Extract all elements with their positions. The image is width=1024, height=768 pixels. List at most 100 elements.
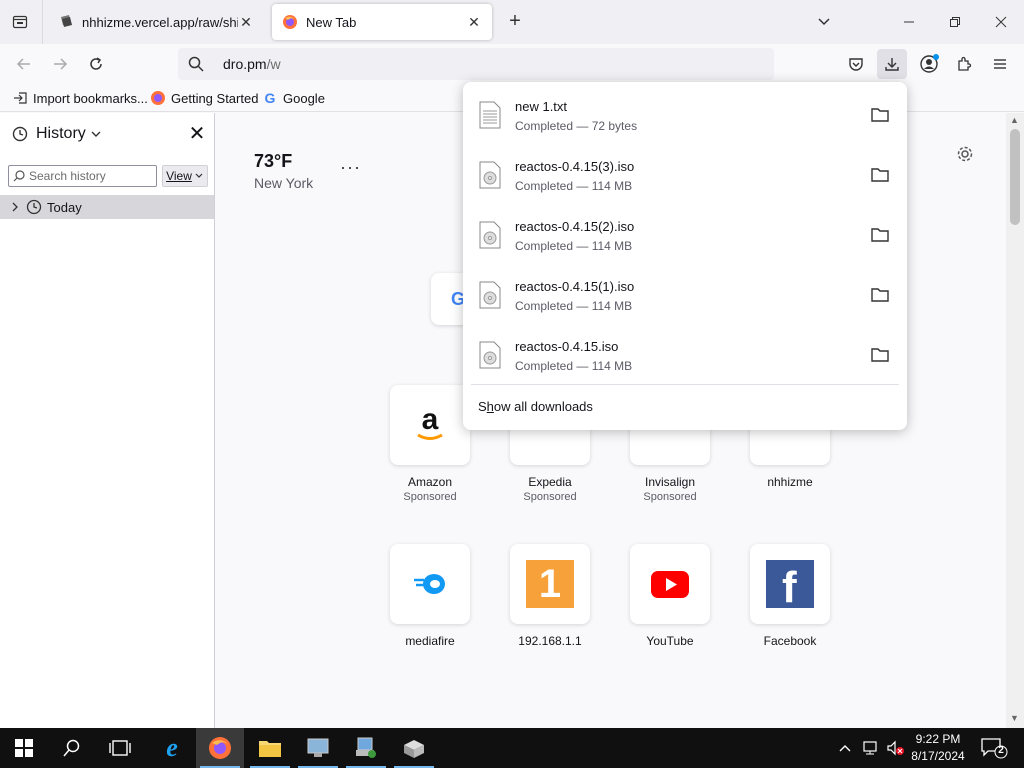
weather-options-button[interactable]: ··· bbox=[340, 157, 361, 178]
downloads-panel: new 1.txt Completed — 72 bytes reactos-0… bbox=[463, 82, 907, 430]
document-icon bbox=[61, 15, 72, 27]
file-explorer-button[interactable] bbox=[246, 728, 294, 768]
history-search-input[interactable] bbox=[29, 168, 154, 184]
app-menu-icon[interactable] bbox=[988, 52, 1012, 76]
disc-image-icon bbox=[479, 221, 501, 249]
scrollbar-thumb[interactable] bbox=[1010, 129, 1020, 225]
navigation-toolbar: dro.pm/w bbox=[0, 44, 1024, 84]
mediafire-logo-icon bbox=[390, 544, 470, 624]
close-tab-icon[interactable]: ✕ bbox=[466, 14, 482, 30]
system-clock[interactable]: 9:22 PM 8/17/2024 bbox=[905, 731, 971, 765]
history-group-today[interactable]: Today bbox=[0, 195, 214, 219]
download-filename: reactos-0.4.15(3).iso bbox=[515, 159, 635, 174]
tab-separator bbox=[42, 0, 43, 44]
disc-image-icon bbox=[479, 281, 501, 309]
action-center-button[interactable]: 2 bbox=[980, 736, 1008, 760]
gear-icon[interactable] bbox=[956, 145, 974, 166]
app-button-3[interactable] bbox=[390, 728, 438, 768]
download-item[interactable]: reactos-0.4.15(1).iso Completed — 114 MB bbox=[471, 265, 899, 325]
download-item[interactable]: reactos-0.4.15(2).iso Completed — 114 MB bbox=[471, 205, 899, 265]
bookmark-getting-started[interactable]: Getting Started bbox=[150, 89, 258, 107]
download-item[interactable]: new 1.txt Completed — 72 bytes bbox=[471, 85, 899, 145]
account-icon[interactable] bbox=[917, 52, 941, 76]
address-bar[interactable]: dro.pm/w bbox=[178, 48, 774, 80]
restore-button[interactable] bbox=[945, 12, 965, 32]
notification-count: 2 bbox=[998, 745, 1004, 756]
tab-new-tab[interactable]: New Tab ✕ bbox=[272, 4, 492, 40]
network-icon[interactable] bbox=[862, 738, 880, 758]
top-site-facebook[interactable]: f Facebook bbox=[750, 544, 830, 648]
search-button[interactable] bbox=[48, 728, 96, 768]
close-window-button[interactable] bbox=[991, 12, 1011, 32]
chevron-down-icon bbox=[91, 131, 101, 137]
forward-icon[interactable] bbox=[48, 52, 72, 76]
back-icon[interactable] bbox=[12, 52, 36, 76]
top-site-mediafire[interactable]: mediafire bbox=[390, 544, 470, 648]
firefox-taskbar-button[interactable] bbox=[196, 728, 244, 768]
tile-label: Amazon bbox=[407, 475, 453, 489]
firefox-icon bbox=[150, 90, 166, 106]
download-item[interactable]: reactos-0.4.15(3).iso Completed — 114 MB bbox=[471, 145, 899, 205]
disc-image-icon bbox=[479, 341, 501, 369]
download-status: Completed — 114 MB bbox=[515, 239, 633, 253]
show-all-downloads-button[interactable]: Show all downloads bbox=[478, 399, 593, 414]
clock-time: 9:22 PM bbox=[915, 732, 961, 746]
top-site-amazon[interactable]: a Amazon Sponsored bbox=[390, 385, 470, 503]
svg-text:a: a bbox=[422, 405, 439, 436]
network-setup-icon bbox=[356, 737, 376, 758]
sidebar-header[interactable]: History bbox=[12, 125, 102, 143]
view-label: View bbox=[166, 169, 192, 183]
history-search-field[interactable] bbox=[8, 165, 157, 187]
start-button[interactable] bbox=[0, 728, 48, 768]
bookmark-import[interactable]: Import bookmarks... bbox=[12, 89, 148, 107]
tab-title: New Tab bbox=[306, 14, 357, 30]
bookmark-label: Import bookmarks... bbox=[33, 90, 148, 106]
url-path: /w bbox=[266, 56, 281, 72]
tab-nhhizme[interactable]: nhhizme.vercel.app/raw/shit.txt ✕ bbox=[48, 4, 264, 40]
tile-label: Expedia bbox=[528, 475, 572, 489]
extensions-icon[interactable] bbox=[952, 52, 976, 76]
app-button-1[interactable] bbox=[294, 728, 342, 768]
chevron-right-icon bbox=[12, 202, 18, 212]
new-tab-button[interactable]: + bbox=[503, 10, 527, 34]
internet-explorer-button[interactable]: e bbox=[148, 728, 196, 768]
download-status: Completed — 114 MB bbox=[515, 359, 633, 373]
folder-icon[interactable] bbox=[871, 227, 889, 243]
chevron-up-icon bbox=[839, 745, 851, 752]
tile-label: YouTube bbox=[646, 634, 694, 648]
task-view-icon bbox=[109, 740, 131, 756]
scroll-down-icon[interactable]: ▼ bbox=[1010, 713, 1019, 723]
scroll-up-icon[interactable]: ▲ bbox=[1010, 115, 1019, 125]
close-tab-icon[interactable]: ✕ bbox=[238, 14, 254, 30]
page-scrollbar[interactable]: ▲ ▼ bbox=[1006, 113, 1024, 728]
history-group-label: Today bbox=[47, 199, 82, 215]
sidebar-title: History bbox=[36, 125, 86, 142]
task-view-button[interactable] bbox=[96, 728, 144, 768]
download-item[interactable]: reactos-0.4.15.iso Completed — 114 MB bbox=[471, 325, 899, 385]
top-site-youtube[interactable]: YouTube bbox=[630, 544, 710, 648]
clock-date: 8/17/2024 bbox=[911, 749, 965, 763]
folder-icon[interactable] bbox=[871, 287, 889, 303]
pocket-icon[interactable] bbox=[844, 52, 868, 76]
app-button-2[interactable] bbox=[342, 728, 390, 768]
download-icon bbox=[885, 58, 899, 71]
reload-icon[interactable] bbox=[84, 52, 108, 76]
url-text[interactable]: dro.pm/w bbox=[223, 56, 281, 72]
list-all-tabs-icon[interactable] bbox=[814, 12, 834, 32]
top-site-192-168-1-1[interactable]: 1 192.168.1.1 bbox=[510, 544, 590, 648]
folder-icon[interactable] bbox=[871, 167, 889, 183]
close-sidebar-button[interactable]: ✕ bbox=[187, 124, 207, 145]
firefox-view-icon[interactable] bbox=[8, 10, 32, 34]
package-app-icon bbox=[404, 740, 424, 758]
folder-icon[interactable] bbox=[871, 347, 889, 363]
minimize-button[interactable] bbox=[899, 12, 919, 32]
show-hidden-icons-button[interactable] bbox=[838, 738, 852, 758]
tab-title: nhhizme.vercel.app/raw/shit.txt bbox=[82, 14, 238, 30]
download-filename: new 1.txt bbox=[515, 99, 568, 114]
volume-muted-icon[interactable] bbox=[886, 738, 906, 758]
folder-icon[interactable] bbox=[871, 107, 889, 123]
view-button[interactable]: View bbox=[162, 165, 208, 187]
disc-image-icon bbox=[479, 161, 501, 189]
downloads-button[interactable] bbox=[877, 49, 907, 79]
bookmark-google[interactable]: G Google bbox=[262, 89, 325, 107]
